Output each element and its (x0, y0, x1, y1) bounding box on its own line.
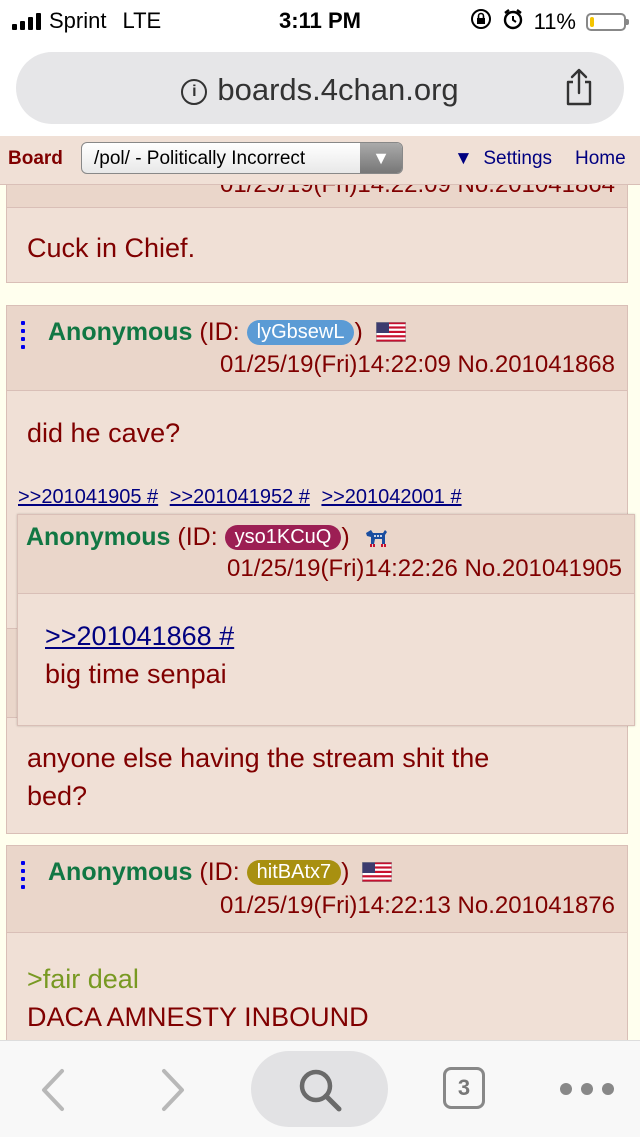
address-bar[interactable]: i boards.4chan.org (16, 52, 624, 124)
rotation-lock-icon (470, 8, 492, 36)
alarm-icon (502, 8, 524, 36)
poster-name[interactable]: Anonymous (26, 523, 170, 551)
poster-name[interactable]: Anonymous (48, 318, 192, 346)
board-select[interactable]: /pol/ - Politically Incorrect ▼ (81, 142, 403, 174)
post-menu-icon[interactable] (21, 321, 25, 349)
post-menu-icon[interactable] (21, 861, 25, 889)
poster-name[interactable]: Anonymous (48, 858, 192, 886)
post-dateline: 01/25/19(Fri)14:22:26 No.201041905 (227, 555, 622, 582)
post-dateline: 01/25/19(Fri)14:22:13 No.201041876 (220, 892, 615, 919)
post-name-line: Anonymous (ID: hitBAtx7) (48, 858, 393, 887)
tabs-icon[interactable]: 3 (443, 1067, 485, 1109)
share-icon[interactable] (562, 68, 596, 106)
chevron-down-icon[interactable]: ▼ (360, 143, 402, 173)
post-body-line: big time senpai (45, 659, 227, 689)
poster-id-badge[interactable]: hitBAtx7 (246, 860, 342, 885)
id-suffix: ) (354, 318, 363, 346)
settings-label: Settings (483, 148, 553, 169)
post-dateline: 01/25/19(Fri)14:22:09 No.201041868 (220, 351, 615, 378)
home-link[interactable]: Home (575, 148, 626, 170)
us-flag-icon (375, 322, 406, 342)
greentext-line: >fair deal (27, 964, 139, 994)
backlink-201042001[interactable]: >>201042001 # (321, 486, 461, 508)
post-body-line: anyone else having the stream shit the (27, 743, 490, 773)
forward-icon[interactable] (158, 1065, 188, 1115)
info-icon[interactable]: i (181, 79, 208, 105)
search-icon (299, 1069, 342, 1112)
post-name-line: Anonymous (ID: yso1KCuQ) (26, 523, 389, 552)
thread-content[interactable]: 01/25/19(Fri)14:22:09 No.201041864 Cuck … (0, 136, 640, 1040)
quote-link-201041868[interactable]: >>201041868 # (45, 617, 234, 655)
post-body: Cuck in Chief. (27, 233, 196, 263)
url-display[interactable]: i boards.4chan.org (16, 72, 624, 108)
post-name-line: Anonymous (ID: lyGbsewL) (48, 318, 406, 347)
post-body: >>201041868 # big time senpai (45, 617, 234, 693)
id-suffix: ) (341, 858, 350, 886)
url-text: boards.4chan.org (217, 72, 459, 107)
status-right: 11% (470, 8, 629, 36)
backlink-201041952[interactable]: >>201041952 # (170, 486, 310, 508)
browser-url-area: i boards.4chan.org (0, 40, 640, 136)
settings-link[interactable]: ▼ Settings (454, 148, 552, 170)
backlink-201041905[interactable]: >>201041905 # (18, 486, 158, 508)
id-prefix: (ID: (199, 858, 240, 886)
id-prefix: (ID: (199, 318, 240, 346)
hover-preview-post-201041905: Anonymous (ID: yso1KCuQ) 01/25/19(Fri)14… (17, 514, 635, 726)
status-bar: Sprint LTE 3:11 PM 11% (0, 0, 640, 40)
post-body-line: bed? (27, 781, 88, 811)
browser-toolbar: 3 (0, 1040, 640, 1137)
post-body: did he cave? (27, 418, 181, 448)
battery-percent: 11% (533, 9, 576, 34)
board-bar: Board /pol/ - Politically Incorrect ▼ ▼ … (0, 136, 640, 185)
post-body: anyone else having the stream shit the b… (27, 739, 489, 815)
id-prefix: (ID: (177, 523, 218, 551)
backlinks: >>201041905 # >>201041952 # >>201042001 … (18, 486, 462, 509)
settings-arrow-icon: ▼ (454, 148, 473, 169)
post-body: >fair deal DACA AMNESTY INBOUND (27, 960, 369, 1036)
post-body-line: DACA AMNESTY INBOUND (27, 1002, 369, 1032)
more-icon[interactable] (560, 1083, 614, 1095)
board-select-value: /pol/ - Politically Incorrect (94, 148, 306, 169)
search-button[interactable] (251, 1051, 388, 1127)
reply-post-201041876: Anonymous (ID: hitBAtx7) 01/25/19(Fri)14… (6, 845, 628, 1040)
poster-id-badge[interactable]: yso1KCuQ (224, 525, 342, 550)
poster-id-badge[interactable]: lyGbsewL (246, 320, 355, 345)
battery-fill (590, 17, 594, 27)
id-suffix: ) (341, 523, 350, 551)
us-flag-icon (362, 862, 393, 882)
back-icon[interactable] (38, 1065, 68, 1115)
board-label: Board (8, 148, 63, 169)
democrat-donkey-icon (365, 530, 387, 547)
battery-icon (586, 13, 629, 31)
